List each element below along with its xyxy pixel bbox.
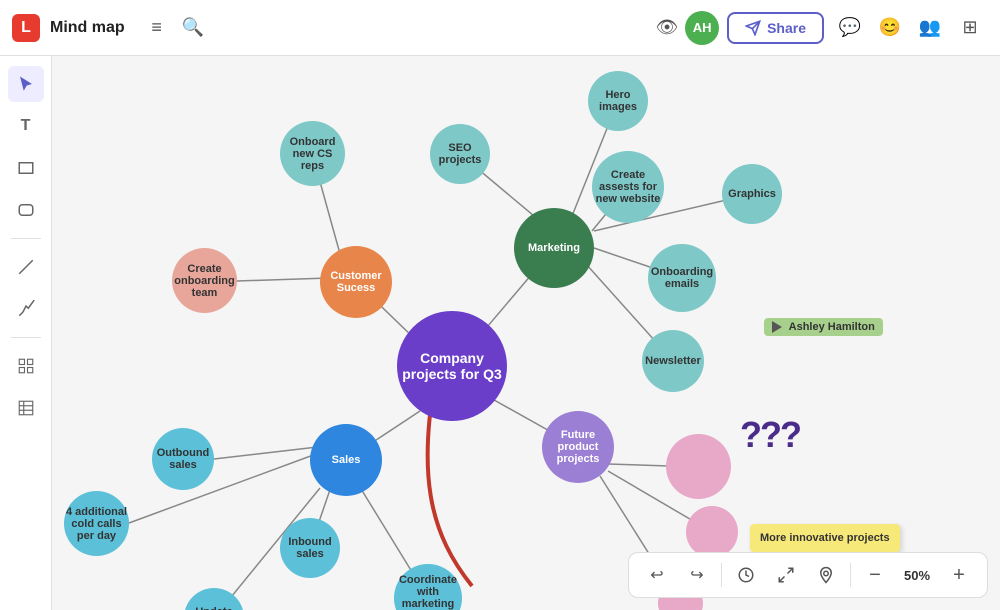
search-button[interactable]: 🔍: [175, 10, 211, 46]
sidebar-divider: [11, 238, 41, 239]
toolbar-divider-1: [721, 563, 722, 587]
grid-tool[interactable]: [8, 348, 44, 384]
canvas[interactable]: Company projects for Q3 Marketing Custom…: [52, 56, 1000, 610]
eye-icon-button[interactable]: 👁: [649, 10, 685, 46]
header: L Mind map ≡ 🔍 👁 AH Share 💬 😊 👥 ⊞: [0, 0, 1000, 56]
menu-button[interactable]: ≡: [139, 10, 175, 46]
sticky-more-innovative[interactable]: More innovative projects: [750, 524, 900, 552]
zoom-in-button[interactable]: +: [943, 559, 975, 591]
pink-node-2[interactable]: [686, 506, 738, 558]
app-title: Mind map: [50, 19, 125, 37]
onboarding-emails-node[interactable]: Onboarding emails: [648, 244, 716, 312]
rectangle-tool[interactable]: [8, 150, 44, 186]
line-tool[interactable]: [8, 249, 44, 285]
coordinate-node[interactable]: Coordinate with marketing department: [394, 564, 462, 610]
table-tool[interactable]: [8, 390, 44, 426]
outbound-node[interactable]: Outbound sales: [152, 428, 214, 490]
inbound-node[interactable]: Inbound sales: [280, 518, 340, 578]
share-button[interactable]: Share: [727, 12, 824, 44]
hero-node[interactable]: Hero images: [588, 71, 648, 131]
zoom-out-button[interactable]: −: [859, 559, 891, 591]
redo-button[interactable]: ↪: [681, 559, 713, 591]
cursor-label: Ashley Hamilton: [764, 318, 883, 336]
update-sf-node[interactable]: Update salesforce: [184, 588, 244, 610]
graphics-node[interactable]: Graphics: [722, 164, 782, 224]
toolbar-divider-2: [850, 563, 851, 587]
question-marks: ???: [740, 414, 800, 456]
zoom-level: 50%: [899, 568, 935, 583]
marketing-node[interactable]: Marketing: [514, 208, 594, 288]
future-node[interactable]: Future product projects: [542, 411, 614, 483]
onboard-cs-node[interactable]: Onboard new CS reps: [280, 121, 345, 186]
undo-button[interactable]: ↩: [641, 559, 673, 591]
text-tool[interactable]: T: [8, 108, 44, 144]
history-button[interactable]: [730, 559, 762, 591]
sidebar: T: [0, 56, 52, 610]
sales-node[interactable]: Sales: [310, 424, 382, 496]
seo-node[interactable]: SEO projects: [430, 124, 490, 184]
fullscreen-button[interactable]: [770, 559, 802, 591]
layout-icon-button[interactable]: ⊞: [952, 10, 988, 46]
customer-success-node[interactable]: Customer Sucess: [320, 246, 392, 318]
app-logo: L: [12, 14, 40, 42]
comment-icon-button[interactable]: 💬: [832, 10, 868, 46]
center-node[interactable]: Company projects for Q3: [397, 311, 507, 421]
waypoint-tool[interactable]: [8, 291, 44, 327]
bottom-toolbar: ↩ ↪ − 50% +: [628, 552, 988, 598]
share-label: Share: [767, 20, 806, 36]
create-onboarding-node[interactable]: Create onboarding team: [172, 248, 237, 313]
newsletter-node[interactable]: Newsletter: [642, 330, 704, 392]
header-right-icons: 💬 😊 👥 ⊞: [832, 10, 988, 46]
sidebar-divider-2: [11, 337, 41, 338]
cursor-tool[interactable]: [8, 66, 44, 102]
user-avatar[interactable]: AH: [685, 11, 719, 45]
users-icon-button[interactable]: 👥: [912, 10, 948, 46]
location-button[interactable]: [810, 559, 842, 591]
reaction-icon-button[interactable]: 😊: [872, 10, 908, 46]
rounded-rect-tool[interactable]: [8, 192, 44, 228]
pink-node-1[interactable]: [666, 434, 731, 499]
four-additional-node[interactable]: 4 additional cold calls per day: [64, 491, 129, 556]
create-assets-node[interactable]: Create assests for new website: [592, 151, 664, 223]
